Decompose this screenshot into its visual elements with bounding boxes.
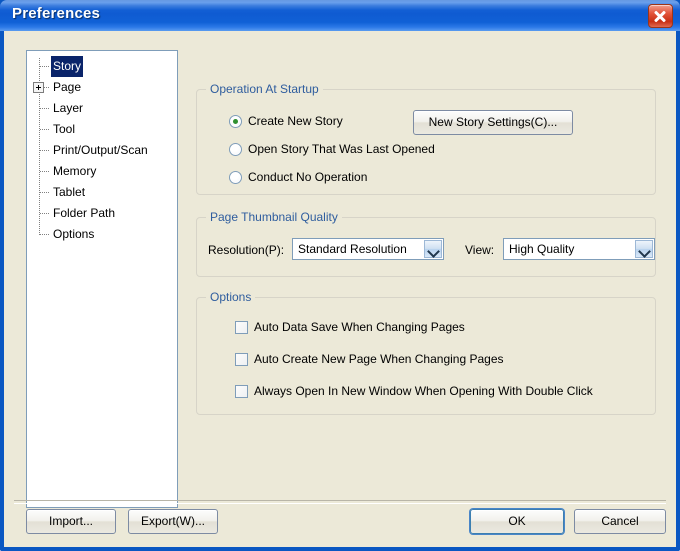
ok-button[interactable]: OK — [470, 509, 564, 534]
tree-connector-stub — [40, 213, 49, 215]
preferences-dialog: Preferences Story Page Layer Tool Print/Outp… — [0, 0, 680, 551]
page-thumbnail-quality-title: Page Thumbnail Quality — [206, 210, 342, 224]
tree-item-label: Memory — [53, 164, 97, 178]
tree-item-label: Tablet — [53, 185, 86, 199]
tree-item-label: Page — [53, 80, 82, 94]
title-bar: Preferences — [0, 0, 680, 31]
radio-open-last-story-label: Open Story That Was Last Opened — [248, 142, 435, 156]
tree-item-label: Story — [51, 56, 84, 77]
checkbox-auto-data-save-mark — [235, 321, 248, 334]
page-thumbnail-quality-group: Page Thumbnail Quality Resolution(P): St… — [196, 210, 656, 277]
radio-create-new-story-mark — [229, 115, 242, 128]
new-story-settings-button[interactable]: New Story Settings(C)... — [413, 110, 573, 135]
operation-at-startup-title: Operation At Startup — [206, 82, 323, 96]
operation-at-startup-group: Operation At Startup Create New Story Op… — [196, 82, 656, 195]
checkbox-always-open-new-window-mark — [235, 385, 248, 398]
import-button[interactable]: Import... — [26, 509, 116, 534]
radio-open-last-story-mark — [229, 143, 242, 156]
tree-connector-stub — [40, 150, 49, 152]
title-bar-gloss — [0, 0, 680, 10]
checkbox-auto-data-save-label: Auto Data Save When Changing Pages — [254, 320, 465, 334]
tree-item-label: Folder Path — [53, 206, 116, 220]
radio-no-operation-label: Conduct No Operation — [248, 170, 368, 184]
chevron-down-icon[interactable] — [635, 240, 653, 258]
resolution-label: Resolution(P): — [208, 243, 285, 257]
close-icon[interactable] — [648, 4, 673, 28]
view-combo-value: High Quality — [509, 242, 575, 256]
tree-connector-stub — [40, 192, 49, 194]
tree-connector-stub — [40, 129, 49, 131]
view-label: View: — [465, 243, 495, 257]
expand-plus-icon[interactable] — [33, 82, 44, 93]
checkbox-auto-create-new-page-label: Auto Create New Page When Changing Pages — [254, 352, 504, 366]
window-title: Preferences — [12, 5, 101, 22]
resolution-combo-value: Standard Resolution — [298, 242, 407, 256]
view-combo[interactable]: High Quality — [503, 238, 655, 260]
radio-no-operation-mark — [229, 171, 242, 184]
expand-plus-icon-bar-v — [38, 85, 39, 90]
checkbox-always-open-new-window-label: Always Open In New Window When Opening W… — [254, 384, 593, 398]
footer-separator — [14, 500, 666, 504]
tree-connector-stub — [40, 66, 49, 68]
category-tree[interactable]: Story Page Layer Tool Print/Output/Scan Memor… — [26, 50, 178, 508]
tree-item-label: Tool — [53, 122, 76, 136]
checkbox-auto-create-new-page-mark — [235, 353, 248, 366]
export-button[interactable]: Export(W)... — [128, 509, 218, 534]
tree-item-label: Options — [53, 227, 95, 241]
tree-connector-stub — [40, 171, 49, 173]
tree-connector-stub — [40, 108, 49, 110]
options-group: Options Auto Data Save When Changing Pag… — [196, 290, 656, 415]
resolution-combo[interactable]: Standard Resolution — [292, 238, 444, 260]
tree-item-label: Print/Output/Scan — [53, 143, 148, 157]
dialog-client-area: Story Page Layer Tool Print/Output/Scan Memor… — [4, 31, 676, 547]
tree-connector-stub — [40, 234, 49, 236]
options-title: Options — [206, 290, 256, 304]
chevron-down-icon[interactable] — [424, 240, 442, 258]
tree-item-label: Layer — [53, 101, 84, 115]
radio-create-new-story-label: Create New Story — [248, 114, 343, 128]
cancel-button[interactable]: Cancel — [574, 509, 666, 534]
